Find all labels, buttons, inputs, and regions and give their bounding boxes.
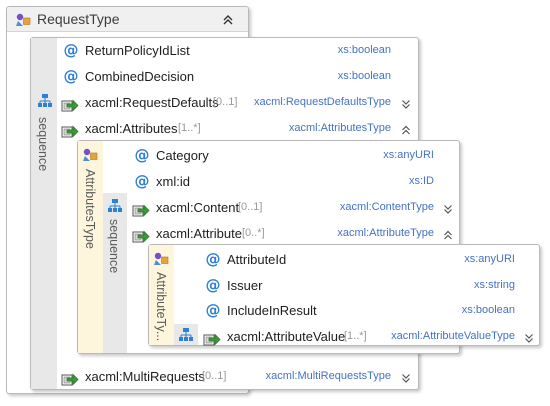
attribute-name: Category <box>156 148 209 163</box>
collapse-icon[interactable] <box>443 230 453 240</box>
element-cardinality: [0..*] <box>242 227 265 239</box>
attribute-type: xs:anyURI <box>464 253 515 265</box>
attribute-name: Issuer <box>227 278 263 293</box>
element-name: xacml:Content <box>156 200 240 215</box>
element-icon <box>61 122 79 138</box>
complex-type-icon <box>82 147 100 163</box>
expand-icon[interactable] <box>401 99 411 109</box>
element-icon <box>132 201 150 217</box>
element-row-requestdefaults[interactable]: xacml:RequestDefaults [0..1] xacml:Reque… <box>61 95 415 115</box>
element-row-attribute[interactable]: xacml:Attribute [0..*] xacml:AttributeTy… <box>130 226 456 246</box>
element-row-attributes[interactable]: xacml:Attributes [1..*] xacml:Attributes… <box>61 121 415 141</box>
attribute-name: xml:id <box>156 174 190 189</box>
element-icon <box>203 330 221 346</box>
element-type: xacml:AttributesType <box>288 122 391 134</box>
expand-icon[interactable] <box>443 204 453 214</box>
element-cardinality: [0..1] <box>238 201 263 213</box>
attribute-name: IncludeInResult <box>227 303 317 318</box>
element-row-content[interactable]: xacml:Content [0..1] xacml:ContentType <box>130 200 456 220</box>
outer-sequence-strip <box>31 38 57 389</box>
attribute-icon: @ <box>63 41 79 59</box>
element-type: xacml:AttributeValueType <box>391 330 515 342</box>
element-cardinality: [1..*] <box>344 330 367 342</box>
attribute-icon: @ <box>205 250 221 268</box>
element-cardinality: [0..1] <box>213 96 238 108</box>
attribute-row-category[interactable]: @ Category xs:anyURI <box>130 146 456 168</box>
attributes-type-label: AttributesType <box>83 169 97 249</box>
element-name: xacml:MultiRequests <box>85 369 205 384</box>
attribute-type: xs:anyURI <box>383 149 434 161</box>
complex-type-icon <box>153 251 171 267</box>
element-row-multirequests[interactable]: xacml:MultiRequests [0..1] xacml:MultiRe… <box>61 369 415 389</box>
element-icon <box>132 227 150 243</box>
element-name: xacml:Attribute <box>156 226 242 241</box>
element-row-attributevalue[interactable]: xacml:AttributeValue [1..*] xacml:Attrib… <box>201 329 537 349</box>
attribute-row-returnpolicyidlist[interactable]: @ ReturnPolicyIdList xs:boolean <box>61 41 415 63</box>
attribute-name: ReturnPolicyIdList <box>85 43 190 58</box>
element-type: xacml:RequestDefaultsType <box>254 96 391 108</box>
attributes-sequence-label: sequence <box>107 219 121 274</box>
attribute-type-label: AttributeTy... <box>154 272 168 342</box>
attribute-type: xs:ID <box>408 175 434 187</box>
attribute-row-combineddecision[interactable]: @ CombinedDecision xs:boolean <box>61 67 415 89</box>
request-type-header[interactable]: RequestType <box>7 7 248 32</box>
sequence-icon <box>178 327 194 343</box>
element-type: xacml:ContentType <box>339 201 434 213</box>
element-type: xacml:AttributeType <box>337 227 434 239</box>
element-cardinality: [1..*] <box>178 122 201 134</box>
attribute-row-attributeid[interactable]: @ AttributeId xs:anyURI <box>201 250 537 272</box>
attribute-icon: @ <box>205 276 221 294</box>
attribute-type: xs:string <box>474 279 515 291</box>
attribute-icon: @ <box>63 67 79 85</box>
element-cardinality: [0..1] <box>202 370 227 382</box>
sequence-icon <box>107 198 123 214</box>
attribute-type-box: AttributeTy... @ AttributeId xs:anyURI @… <box>148 244 540 346</box>
collapse-icon[interactable] <box>222 14 234 26</box>
element-name: xacml:RequestDefaults <box>85 95 219 110</box>
attribute-type: xs:boolean <box>337 70 391 82</box>
element-type: xacml:MultiRequestsType <box>265 370 391 382</box>
attribute-name: CombinedDecision <box>85 69 195 84</box>
sequence-icon <box>37 93 53 109</box>
attribute-row-issuer[interactable]: @ Issuer xs:string <box>201 276 537 298</box>
element-icon <box>61 96 79 112</box>
attribute-row-includeinresult[interactable]: @ IncludeInResult xs:boolean <box>201 301 537 323</box>
outer-sequence-label: sequence <box>36 117 50 172</box>
collapse-icon[interactable] <box>401 125 411 135</box>
attribute-icon: @ <box>134 172 150 190</box>
complex-type-icon <box>15 12 33 28</box>
attribute-icon: @ <box>134 146 150 164</box>
attribute-icon: @ <box>205 301 221 319</box>
expand-icon[interactable] <box>524 333 534 343</box>
element-name: xacml:AttributeValue <box>227 329 346 344</box>
request-type-title: RequestType <box>37 11 120 27</box>
attribute-row-xml-id[interactable]: @ xml:id xs:ID <box>130 172 456 194</box>
attribute-name: AttributeId <box>227 252 287 267</box>
expand-icon[interactable] <box>401 373 411 383</box>
element-icon <box>61 370 79 386</box>
attribute-type: xs:boolean <box>337 44 391 56</box>
element-name: xacml:Attributes <box>85 121 178 136</box>
attribute-type: xs:boolean <box>461 304 515 316</box>
